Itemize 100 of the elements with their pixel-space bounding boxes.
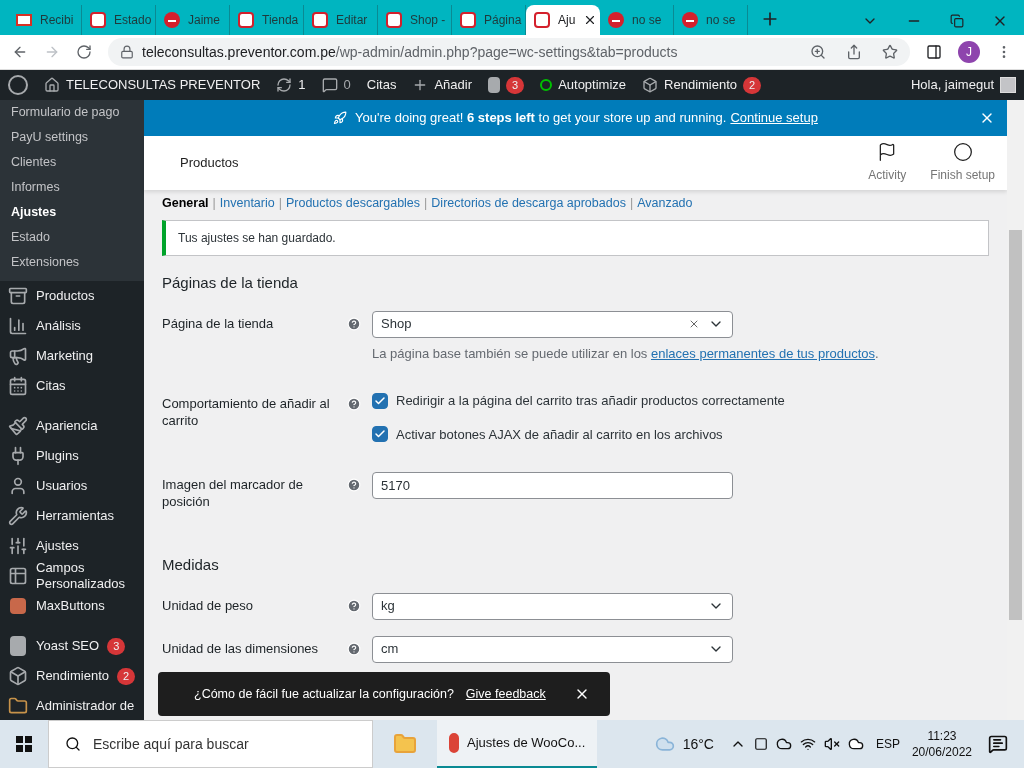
address-field[interactable]: teleconsultas.preventor.com.pe/wp-admin/admin.php?page=wc-settings&tab=products: [108, 38, 910, 66]
square-logo-icon: [10, 598, 26, 614]
wordpress-logo-icon[interactable]: [8, 75, 28, 95]
permalinks-link[interactable]: enlaces permanentes de tus productos: [651, 345, 875, 361]
bookmark-icon[interactable]: [882, 44, 898, 60]
zoom-icon[interactable]: [810, 44, 826, 60]
count-badge: 2: [743, 76, 762, 94]
field-label: Página de la tienda: [162, 314, 275, 332]
app-icon: [312, 12, 328, 28]
separator-text: |: [211, 196, 217, 210]
comment-icon[interactable]: [321, 77, 338, 93]
autoptimize-link[interactable]: Autoptimize: [558, 75, 627, 95]
sliders-icon: [8, 536, 28, 556]
box-icon: [642, 77, 659, 93]
menu-item[interactable]: Plugins: [0, 441, 144, 471]
taskbar-app[interactable]: Ajustes de WooCo...: [437, 720, 597, 768]
field-label: Imagen del marcador de posición: [162, 476, 304, 510]
continue-setup-link[interactable]: Continue setup: [730, 108, 818, 128]
restore-icon[interactable]: [950, 14, 964, 28]
submenu-item[interactable]: Formulario de pago: [0, 100, 144, 125]
profile-avatar[interactable]: J: [958, 41, 980, 63]
submenu-item[interactable]: Extensiones: [0, 250, 144, 275]
menu-item[interactable]: Rendimiento 2: [0, 661, 144, 691]
menu-item[interactable]: Administrador de: [0, 691, 144, 720]
subnav-link[interactable]: Inventario: [219, 196, 275, 210]
help-icon[interactable]: [347, 598, 361, 613]
field-label: Unidad de las dimensiones: [162, 639, 320, 657]
help-icon[interactable]: [347, 316, 361, 331]
menu-item[interactable]: Marketing: [0, 341, 144, 371]
clock[interactable]: 11:23 20/06/2022: [911, 728, 972, 760]
menu-item[interactable]: Herramientas: [0, 501, 144, 531]
subnav-link[interactable]: Avanzado: [637, 196, 693, 210]
network-icon[interactable]: [799, 736, 816, 752]
success-notice: Tus ajustes se han guardado.: [162, 220, 989, 256]
cloud-icon[interactable]: [775, 736, 792, 752]
checkbox[interactable]: [372, 392, 388, 409]
wrench-icon: [8, 506, 28, 526]
header-action[interactable]: Activity: [856, 136, 919, 190]
admin-bar-link[interactable]: Citas: [366, 75, 397, 95]
app-icon: [460, 12, 476, 28]
menu-item[interactable]: Apariencia: [0, 411, 144, 441]
table-icon: [8, 566, 28, 586]
select-field[interactable]: kg: [372, 592, 733, 620]
menu-item[interactable]: Usuarios: [0, 471, 144, 501]
menu-item[interactable]: Campos Personalizados: [0, 561, 144, 591]
app-icon: [386, 12, 402, 28]
menu-item[interactable]: Citas: [0, 371, 144, 401]
separator-text: |: [423, 196, 429, 210]
menu-item[interactable]: Ajustes: [0, 531, 144, 561]
select-field[interactable]: Shop: [372, 310, 733, 338]
help-icon[interactable]: [347, 478, 361, 492]
section-heading: Medidas: [162, 555, 220, 575]
subnav-link[interactable]: Directorios de descarga aprobados: [431, 196, 626, 210]
rocket-icon: [333, 111, 348, 125]
admin-bar-link[interactable]: Añadir: [434, 75, 472, 95]
menu-item[interactable]: MaxButtons: [0, 591, 144, 621]
search-icon: [65, 736, 81, 752]
menu-item[interactable]: Productos: [0, 281, 144, 311]
submenu-item[interactable]: PayU settings: [0, 125, 144, 150]
field-label: Comportamiento de añadir al carrito: [162, 395, 331, 429]
input-field[interactable]: 5170: [372, 472, 733, 499]
count-badge: 3: [506, 76, 525, 94]
language-indicator[interactable]: ESP: [875, 735, 900, 753]
notifications-icon[interactable]: [988, 734, 1008, 754]
select-field[interactable]: cm: [372, 635, 733, 663]
reload-icon[interactable]: [76, 44, 92, 60]
home-icon[interactable]: [44, 77, 60, 93]
checkbox[interactable]: [372, 426, 388, 443]
comments-count[interactable]: 0: [343, 75, 351, 95]
clear-icon[interactable]: [688, 318, 700, 330]
banner-text: You're doing great! 6 steps left to get your store up and running.: [355, 109, 727, 128]
site-link[interactable]: TELECONSULTAS PREVENTOR: [66, 75, 261, 95]
browser-tab[interactable]: Aju: [526, 5, 600, 35]
help-icon[interactable]: [347, 641, 361, 656]
share-icon[interactable]: [846, 44, 862, 60]
submenu-item[interactable]: Clientes: [0, 150, 144, 175]
subnav-link[interactable]: Productos descargables: [285, 196, 421, 210]
back-icon[interactable]: [12, 44, 28, 60]
mute-icon[interactable]: [823, 736, 840, 752]
separator-text: |: [628, 196, 635, 210]
cloud-icon[interactable]: [847, 736, 864, 752]
header-action[interactable]: Finish setup: [918, 136, 1007, 190]
app-icon: [534, 12, 550, 28]
bar-chart-icon: [8, 316, 28, 336]
menu-item[interactable]: Yoast SEO 3: [0, 631, 144, 661]
subnav-link[interactable]: General: [162, 196, 209, 210]
side-panel-icon[interactable]: [926, 44, 942, 60]
performance-link[interactable]: Rendimiento: [664, 75, 738, 95]
menu-item[interactable]: Análisis: [0, 311, 144, 341]
help-icon[interactable]: [347, 397, 361, 411]
give-feedback-link[interactable]: Give feedback: [465, 684, 546, 704]
taskbar-search-field[interactable]: Escribe aquí para buscar: [48, 720, 373, 768]
submenu-item[interactable]: Ajustes: [0, 200, 144, 225]
url-text: teleconsultas.preventor.com.pe/wp-admin/admin.php?page=wc-settings&tab=products: [142, 42, 679, 62]
updates-count[interactable]: 1: [298, 75, 306, 95]
updates-icon[interactable]: [276, 77, 293, 93]
submenu-item[interactable]: Informes: [0, 175, 144, 200]
greeting-link[interactable]: Hola, jaimegut: [910, 75, 994, 95]
paintbrush-icon: [8, 416, 28, 436]
submenu-item[interactable]: Estado: [0, 225, 144, 250]
